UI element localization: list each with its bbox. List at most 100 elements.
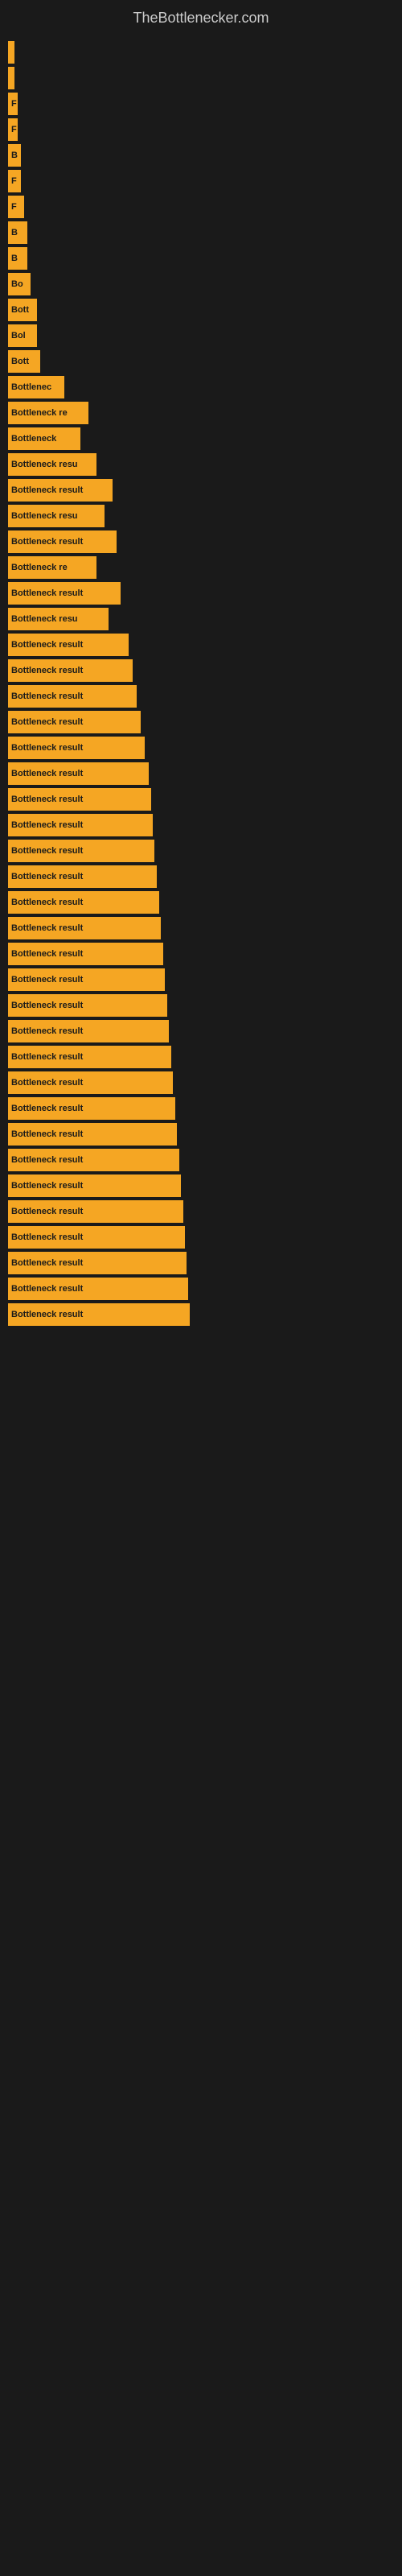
bar-item: B	[8, 144, 21, 167]
bars-container: FFBFFBBBoBottBolBottBottlenecBottleneck …	[0, 33, 402, 1329]
bar-row: Bottleneck result	[8, 1149, 402, 1171]
bar-row: Bottleneck resu	[8, 505, 402, 527]
bar-row: Bottleneck result	[8, 814, 402, 836]
bar-item	[8, 41, 14, 64]
bar-item: Bottleneck result	[8, 659, 133, 682]
bar-row: Bottleneck result	[8, 659, 402, 682]
bar-item: Bottleneck result	[8, 737, 145, 759]
bar-item: Bottleneck result	[8, 840, 154, 862]
bar-row: Bottleneck result	[8, 788, 402, 811]
bar-row: F	[8, 93, 402, 115]
bar-row: Bottleneck result	[8, 917, 402, 939]
bar-item: Bottleneck result	[8, 1226, 185, 1249]
bar-item: Bottlenec	[8, 376, 64, 398]
bar-item: Bottleneck result	[8, 917, 161, 939]
bar-row: Bottleneck resu	[8, 453, 402, 476]
bar-item: Bo	[8, 273, 31, 295]
bar-row: Bottleneck result	[8, 1252, 402, 1274]
bar-item	[8, 67, 14, 89]
bar-row: Bottleneck result	[8, 1303, 402, 1326]
bar-item: Bottleneck re	[8, 556, 96, 579]
bar-item: Bott	[8, 350, 40, 373]
bar-item: Bottleneck result	[8, 1200, 183, 1223]
bar-item: Bottleneck result	[8, 530, 117, 553]
bar-row: Bottlenec	[8, 376, 402, 398]
bar-row: Bott	[8, 350, 402, 373]
bar-row: Bottleneck result	[8, 479, 402, 502]
bar-item: Bottleneck resu	[8, 608, 109, 630]
bar-item: Bottleneck result	[8, 1097, 175, 1120]
bar-item: Bottleneck result	[8, 994, 167, 1017]
bar-row: Bottleneck	[8, 427, 402, 450]
bar-row: Bottleneck result	[8, 1200, 402, 1223]
bar-row: B	[8, 144, 402, 167]
bar-row: Bottleneck result	[8, 1097, 402, 1120]
bar-row: Bottleneck result	[8, 1020, 402, 1042]
bar-row: Bottleneck result	[8, 1278, 402, 1300]
bar-row: Bottleneck result	[8, 840, 402, 862]
bar-item: Bott	[8, 299, 37, 321]
bar-row: Bo	[8, 273, 402, 295]
bar-item: Bottleneck result	[8, 1149, 179, 1171]
bar-item: Bottleneck result	[8, 788, 151, 811]
bar-row: Bottleneck result	[8, 1046, 402, 1068]
bar-item: Bottleneck result	[8, 685, 137, 708]
bar-item: B	[8, 247, 27, 270]
bar-item: Bottleneck result	[8, 1278, 188, 1300]
bar-row: Bottleneck result	[8, 634, 402, 656]
bar-item: Bottleneck result	[8, 814, 153, 836]
bar-item: Bottleneck result	[8, 968, 165, 991]
bar-row: Bottleneck result	[8, 891, 402, 914]
bar-item: Bottleneck result	[8, 943, 163, 965]
bar-item: Bottleneck	[8, 427, 80, 450]
bar-item: Bottleneck result	[8, 582, 121, 605]
bar-row: Bottleneck result	[8, 1174, 402, 1197]
bar-row: Bottleneck result	[8, 582, 402, 605]
bar-row: F	[8, 196, 402, 218]
bar-item: Bottleneck result	[8, 479, 113, 502]
bar-row: Bottleneck result	[8, 994, 402, 1017]
bar-row: Bottleneck result	[8, 1226, 402, 1249]
bar-item: B	[8, 221, 27, 244]
bar-item: Bottleneck resu	[8, 505, 105, 527]
bar-item: Bottleneck result	[8, 1174, 181, 1197]
bar-row: Bottleneck result	[8, 1123, 402, 1146]
bar-row: F	[8, 118, 402, 141]
bar-item: Bottleneck re	[8, 402, 88, 424]
bar-item: F	[8, 196, 24, 218]
bar-item: F	[8, 118, 18, 141]
bar-row: Bottleneck re	[8, 556, 402, 579]
bar-item: F	[8, 93, 18, 115]
bar-row: Bottleneck result	[8, 865, 402, 888]
bar-item: Bottleneck result	[8, 711, 141, 733]
bar-item: Bottleneck result	[8, 1252, 187, 1274]
bar-item: Bottleneck result	[8, 1303, 190, 1326]
bar-item: Bottleneck result	[8, 762, 149, 785]
site-title: TheBottlenecker.com	[0, 0, 402, 33]
bar-row: Bottleneck result	[8, 762, 402, 785]
bar-row: Bottleneck result	[8, 530, 402, 553]
bar-row: Bottleneck result	[8, 1071, 402, 1094]
bar-row: B	[8, 221, 402, 244]
bar-row: Bottleneck re	[8, 402, 402, 424]
bar-row: Bottleneck result	[8, 737, 402, 759]
bar-row: Bott	[8, 299, 402, 321]
bar-row	[8, 67, 402, 89]
bar-row: Bottleneck result	[8, 685, 402, 708]
bar-item: Bottleneck result	[8, 891, 159, 914]
bar-item: Bol	[8, 324, 37, 347]
bar-row: F	[8, 170, 402, 192]
bar-item: Bottleneck resu	[8, 453, 96, 476]
bar-item: Bottleneck result	[8, 1071, 173, 1094]
bar-row	[8, 41, 402, 64]
bar-item: F	[8, 170, 21, 192]
bar-item: Bottleneck result	[8, 634, 129, 656]
bar-row: Bottleneck resu	[8, 608, 402, 630]
bar-row: Bottleneck result	[8, 968, 402, 991]
bar-item: Bottleneck result	[8, 1123, 177, 1146]
bar-row: Bottleneck result	[8, 711, 402, 733]
bar-item: Bottleneck result	[8, 865, 157, 888]
bar-row: Bottleneck result	[8, 943, 402, 965]
bar-row: Bol	[8, 324, 402, 347]
bar-row: B	[8, 247, 402, 270]
